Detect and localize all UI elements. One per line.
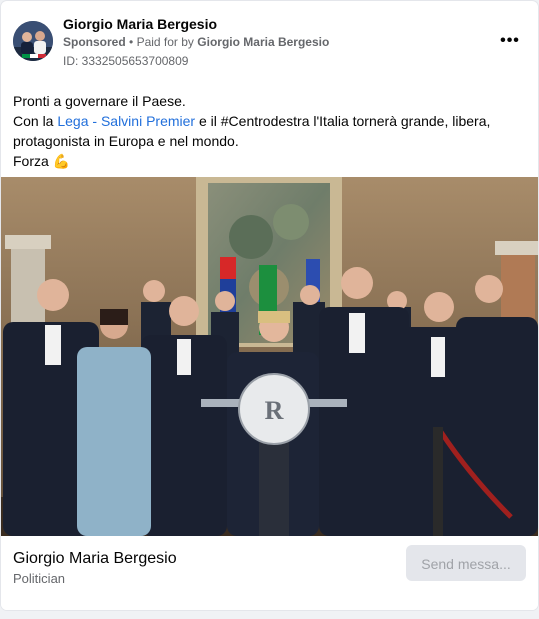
sponsored-line: Sponsored • Paid for by Giorgio Maria Be… bbox=[63, 35, 329, 49]
footer-page-name[interactable]: Giorgio Maria Bergesio bbox=[13, 550, 177, 568]
ad-card: Giorgio Maria Bergesio Sponsored • Paid … bbox=[1, 1, 538, 610]
svg-text:R: R bbox=[265, 396, 284, 425]
lega-link[interactable]: Lega - Salvini Premier bbox=[57, 113, 195, 129]
ad-id: ID: 3332505653700809 bbox=[63, 54, 189, 68]
paid-for-name: Giorgio Maria Bergesio bbox=[197, 35, 330, 49]
flexed-biceps-emoji: 💪 bbox=[52, 153, 71, 169]
send-message-button[interactable]: Send messa... bbox=[406, 545, 526, 581]
post-text: Pronti a governare il Paese. Con la Lega… bbox=[13, 91, 528, 171]
more-options-button[interactable]: ••• bbox=[496, 31, 524, 51]
ad-footer: Giorgio Maria Bergesio Politician Send m… bbox=[1, 536, 538, 610]
post-line-1: Pronti a governare il Paese. bbox=[13, 93, 186, 109]
ad-header: Giorgio Maria Bergesio Sponsored • Paid … bbox=[1, 1, 538, 81]
post-line-3: Forza 💪 bbox=[13, 151, 528, 171]
meta-dot: • bbox=[129, 35, 137, 49]
post-line-2-prefix: Con la bbox=[13, 113, 58, 129]
footer-page-category: Politician bbox=[13, 571, 66, 586]
page-avatar[interactable] bbox=[13, 21, 53, 61]
poster-name[interactable]: Giorgio Maria Bergesio bbox=[63, 16, 217, 32]
paid-for-prefix: Paid for by bbox=[136, 35, 194, 49]
more-options-icon: ••• bbox=[500, 32, 520, 49]
post-line-2: Con la Lega - Salvini Premier e il #Cent… bbox=[13, 111, 528, 151]
sponsored-label: Sponsored bbox=[63, 35, 126, 49]
ad-photo[interactable]: R bbox=[1, 177, 538, 536]
avatar-image bbox=[13, 21, 53, 61]
forza-text: Forza bbox=[13, 153, 49, 169]
group-photo-illustration: R bbox=[1, 177, 538, 536]
